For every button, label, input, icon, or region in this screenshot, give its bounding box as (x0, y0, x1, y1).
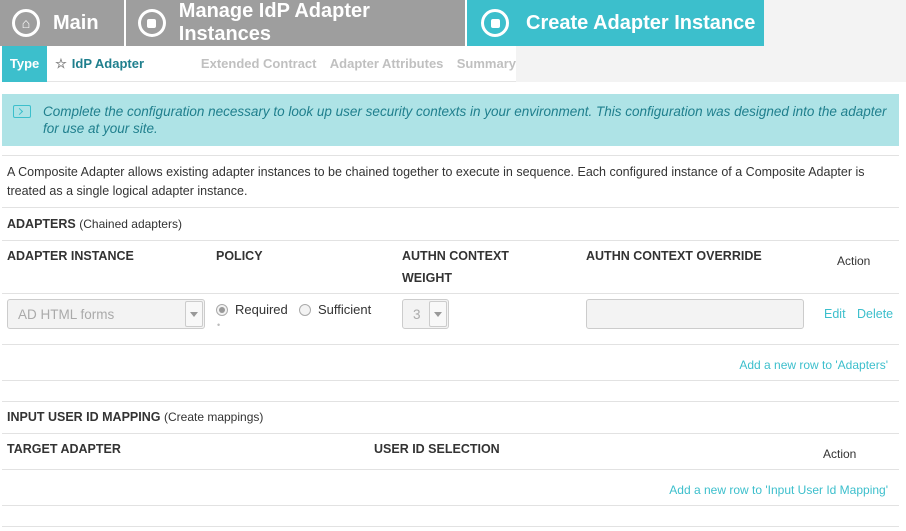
divider (2, 380, 899, 381)
adapter-instance-value: AD HTML forms (18, 306, 115, 322)
policy-sufficient-label: Sufficient (318, 302, 372, 317)
composite-adapter-description: A Composite Adapter allows existing adap… (7, 165, 865, 198)
tab-extended-contract: Extended Contract (200, 56, 317, 71)
adapters-title: ADAPTERS (7, 217, 76, 231)
radio-selected-icon (216, 303, 228, 316)
home-icon: ⌂ (12, 9, 40, 37)
add-mapping-row-link[interactable]: Add a new row to 'Input User Id Mapping' (669, 483, 888, 497)
delete-adapter-link[interactable]: Delete (857, 307, 893, 321)
col-policy: POLICY (216, 249, 263, 263)
stop-circle-icon (138, 9, 166, 37)
add-adapter-row-link[interactable]: Add a new row to 'Adapters' (739, 358, 888, 372)
steps-filler (516, 46, 906, 82)
crumb-manage-label: Manage IdP Adapter Instances (178, 0, 370, 45)
tab-summary: Summary (456, 56, 516, 71)
adapters-section-title: ADAPTERS (Chained adapters) (7, 217, 182, 231)
crumb-manage-idp-adapters[interactable]: Manage IdP Adapter Instances (126, 0, 467, 46)
adapter-instance-select[interactable]: AD HTML forms (7, 299, 205, 329)
wizard-steps: Type ☆ IdP Adapter Extended Contract Ada… (2, 45, 516, 82)
col-action: Action (837, 254, 871, 268)
crumb-main[interactable]: ⌂ Main (0, 0, 126, 46)
chevron-down-icon (429, 301, 447, 327)
tab-adapter-attributes: Adapter Attributes (329, 56, 444, 71)
crumb-create-label: Create Adapter Instance (526, 11, 756, 34)
col-weight-line1: AUTHN CONTEXT (402, 249, 509, 263)
divider (2, 240, 899, 241)
divider (2, 526, 899, 527)
col-authn-context-override: AUTHN CONTEXT OVERRIDE (586, 249, 762, 263)
crumb-main-label: Main (53, 11, 99, 34)
info-banner: Complete the configuration necessary to … (2, 94, 899, 146)
adapters-subtitle: (Chained adapters) (79, 217, 182, 231)
policy-required-radio[interactable]: Required (216, 302, 288, 317)
crumb-create-adapter-instance: Create Adapter Instance (467, 0, 764, 46)
edit-adapter-link[interactable]: Edit (824, 307, 846, 321)
required-marker: • (217, 320, 221, 330)
col-weight-line2: WEIGHT (402, 271, 452, 285)
col-adapter-instance: ADAPTER INSTANCE (7, 249, 134, 263)
divider (2, 401, 899, 402)
crumb-filler (764, 0, 906, 46)
mapping-title: INPUT USER ID MAPPING (7, 410, 161, 424)
mapping-subtitle: (Create mappings) (163, 410, 264, 424)
divider (2, 433, 899, 434)
tab-idp-adapter[interactable]: ☆ IdP Adapter (47, 46, 201, 82)
divider (2, 207, 899, 208)
chevron-down-icon (185, 301, 203, 327)
stop-circle-icon (481, 9, 509, 37)
divider (2, 344, 899, 345)
policy-sufficient-radio[interactable]: Sufficient (299, 302, 371, 317)
mapping-section-title: INPUT USER ID MAPPING (Create mappings) (7, 410, 263, 424)
divider (2, 293, 899, 294)
tab-idp-adapter-label: IdP Adapter (71, 56, 145, 71)
star-icon: ☆ (55, 55, 67, 71)
authn-weight-select[interactable]: 3 (402, 299, 449, 329)
col-user-id-selection: USER ID SELECTION (374, 442, 500, 456)
tab-type[interactable]: Type (2, 45, 48, 82)
col-target-adapter: TARGET ADAPTER (7, 442, 121, 456)
divider (2, 469, 899, 470)
policy-required-label: Required (235, 302, 288, 317)
divider (2, 155, 899, 156)
authn-weight-value: 3 (413, 306, 421, 322)
col-mapping-action: Action (823, 447, 857, 461)
breadcrumb: ⌂ Main Manage IdP Adapter Instances Crea… (0, 0, 906, 46)
info-panel-icon (13, 105, 31, 118)
divider (2, 505, 899, 506)
col-authn-context-weight: AUTHN CONTEXT WEIGHT (402, 245, 509, 289)
info-banner-text: Complete the configuration necessary to … (43, 104, 887, 136)
authn-context-override-input[interactable] (586, 299, 804, 329)
radio-unselected-icon (299, 303, 311, 316)
